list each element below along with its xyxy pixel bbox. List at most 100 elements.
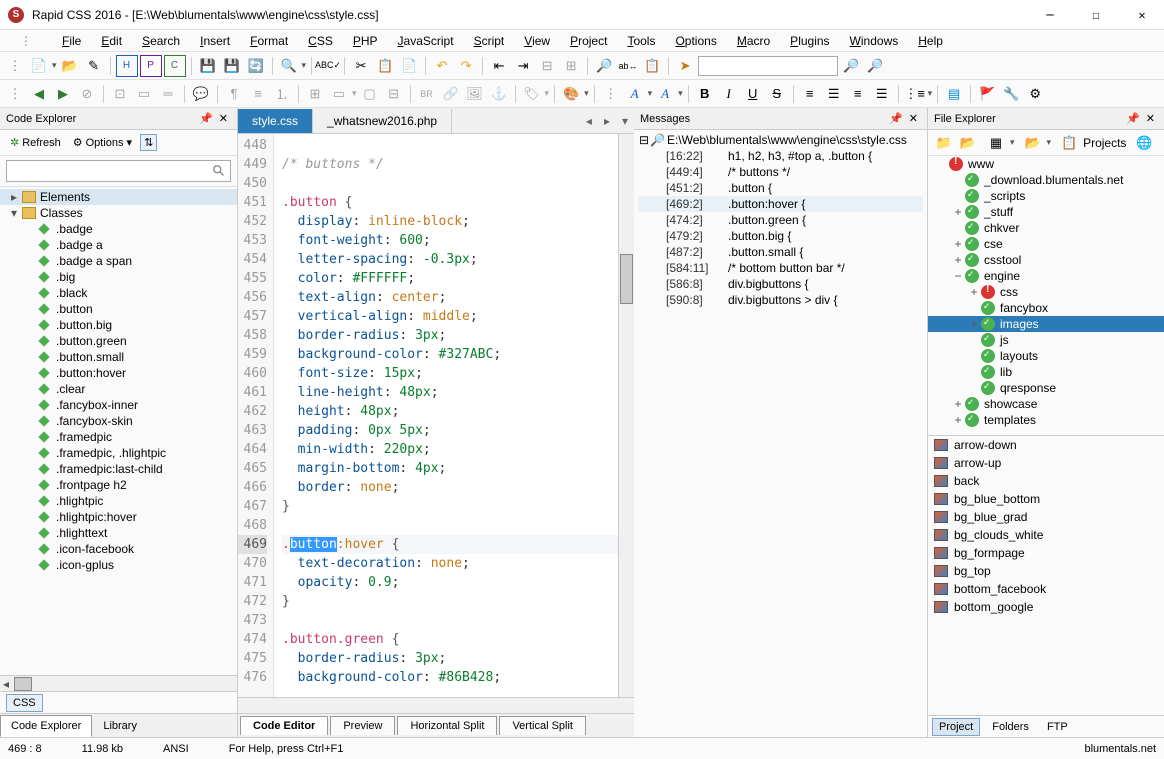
outdent-icon[interactable]: ⇤ [488,55,510,77]
menu-php[interactable]: PHP [343,32,388,50]
options-button[interactable]: ⚙ Options ▾ [69,134,136,151]
project-icon[interactable]: 📋 [1059,133,1079,153]
tab-hsplit[interactable]: Horizontal Split [397,716,497,735]
messages-root[interactable]: ⊟ 🔎 E:\Web\blumentals\www\engine\css\sty… [638,132,923,148]
abc-check-icon[interactable]: ABC✓ [317,55,339,77]
tag-icon[interactable]: ⊡ [109,83,131,105]
numlist-icon[interactable]: ⒈ [271,83,293,105]
tab-code-editor[interactable]: Code Editor [240,716,328,735]
maximize-button[interactable]: ☐ [1082,5,1110,25]
open-icon[interactable]: 📂 [1023,133,1043,153]
underline-icon[interactable]: U [742,83,764,105]
sort-button[interactable]: ⇅ [140,134,157,151]
class-item[interactable]: .button.small [0,349,237,365]
tab-ftp[interactable]: FTP [1041,719,1074,735]
folder-item[interactable]: layouts [928,348,1164,364]
menu-script[interactable]: Script [464,32,515,50]
drag-handle-icon[interactable]: ⋮ [600,83,622,105]
goto-icon[interactable]: ➤ [674,55,696,77]
drag-handle-icon[interactable]: ⋮ [4,83,26,105]
message-row[interactable]: [469:2].button:hover { [638,196,923,212]
undo-icon[interactable]: ↶ [431,55,453,77]
menu-css[interactable]: CSS [298,32,343,50]
redo-icon[interactable]: ↷ [455,55,477,77]
file-item[interactable]: bg_formpage [928,544,1164,562]
folder-item[interactable]: +images [928,316,1164,332]
folder-item[interactable]: _download.blumentals.net [928,172,1164,188]
h-scrollbar[interactable]: ◂ [0,675,237,691]
flag-icon[interactable]: 🚩 [976,83,998,105]
tab-prev-icon[interactable]: ◂ [580,114,598,128]
code-editor[interactable]: 4484494504514524534544554564574584594604… [238,134,634,697]
align-right-icon[interactable]: ≡ [847,83,869,105]
html-icon[interactable]: H [116,55,138,77]
paste-icon[interactable]: 📄 [398,55,420,77]
class-item[interactable]: .icon-gplus [0,557,237,573]
menu-macro[interactable]: Macro [727,32,780,50]
class-item[interactable]: .icon-facebook [0,541,237,557]
class-item[interactable]: .hlighttext [0,525,237,541]
folder-item[interactable]: +showcase [928,396,1164,412]
bar-icon[interactable]: ═ [157,83,179,105]
tab-next-icon[interactable]: ▸ [598,114,616,128]
folder-item[interactable]: +cse [928,236,1164,252]
view-icon[interactable]: ▦ [986,133,1006,153]
bold-icon[interactable]: B [694,83,716,105]
class-item[interactable]: .big [0,269,237,285]
class-item[interactable]: .frontpage h2 [0,477,237,493]
menu-format[interactable]: Format [240,32,298,50]
tool-a-icon[interactable]: 🔧 [1000,83,1022,105]
box-icon[interactable]: ▭ [133,83,155,105]
find-prev-icon[interactable]: 🔎 [864,55,886,77]
message-row[interactable]: [479:2].button.big { [638,228,923,244]
indent-icon[interactable]: ⇥ [512,55,534,77]
comment-icon[interactable]: 💬 [190,83,212,105]
file-item[interactable]: arrow-up [928,454,1164,472]
v-scrollbar[interactable] [618,134,634,697]
folder-item[interactable]: qresponse [928,380,1164,396]
form-icon[interactable]: ▢ [359,83,381,105]
folder-item[interactable]: chkver [928,220,1164,236]
message-row[interactable]: [584:11]/* bottom button bar */ [638,260,923,276]
class-item[interactable]: .hlightpic:hover [0,509,237,525]
class-item[interactable]: .clear [0,381,237,397]
file-item[interactable]: bg_blue_grad [928,508,1164,526]
menu-view[interactable]: View [514,32,560,50]
folder-item[interactable]: www [928,156,1164,172]
folder-item[interactable]: lib [928,364,1164,380]
class-item[interactable]: .black [0,285,237,301]
align-left-icon[interactable]: ≡ [799,83,821,105]
message-row[interactable]: [590:8]div.bigbuttons > div { [638,292,923,308]
menu-options[interactable]: Options [665,32,726,50]
menu-search[interactable]: Search [132,32,190,50]
find-next-icon[interactable]: 🔎 [840,55,862,77]
copy-icon[interactable]: 📋 [374,55,396,77]
list-icon[interactable]: ≡ [247,83,269,105]
list-bullet-icon[interactable]: ⋮≡ [904,83,926,105]
menu-windows[interactable]: Windows [840,32,909,50]
tab-folders[interactable]: Folders [986,719,1035,735]
folder-item[interactable]: _scripts [928,188,1164,204]
close-panel-icon[interactable]: ✕ [906,112,921,125]
save-icon[interactable]: 💾 [197,55,219,77]
menu-file[interactable]: File [52,32,91,50]
menu-javascript[interactable]: JavaScript [388,32,464,50]
classes-node[interactable]: ▾Classes [0,205,237,221]
color-picker-icon[interactable]: 🎨 [560,83,582,105]
folder-item[interactable]: js [928,332,1164,348]
message-row[interactable]: [16:22]h1, h2, h3, #top a, .button { [638,148,923,164]
code-content[interactable]: /* buttons */ .button { display: inline-… [274,134,618,697]
font-format-icon[interactable]: A [624,83,646,105]
refresh-icon[interactable]: 🔄 [245,55,267,77]
edit-icon[interactable]: ✎ [83,55,105,77]
block-indent-icon[interactable]: ⊟ [536,55,558,77]
message-row[interactable]: [586:8]div.bigbuttons { [638,276,923,292]
pin-icon[interactable]: 📌 [196,112,216,125]
menu-help[interactable]: Help [908,32,953,50]
tab-project[interactable]: Project [932,718,980,736]
table-icon[interactable]: ⊞ [304,83,326,105]
tab-code-explorer[interactable]: Code Explorer [0,715,92,737]
forward-icon[interactable]: ▶ [52,83,74,105]
menu-edit[interactable]: Edit [91,32,132,50]
elements-node[interactable]: ▸Elements [0,189,237,205]
